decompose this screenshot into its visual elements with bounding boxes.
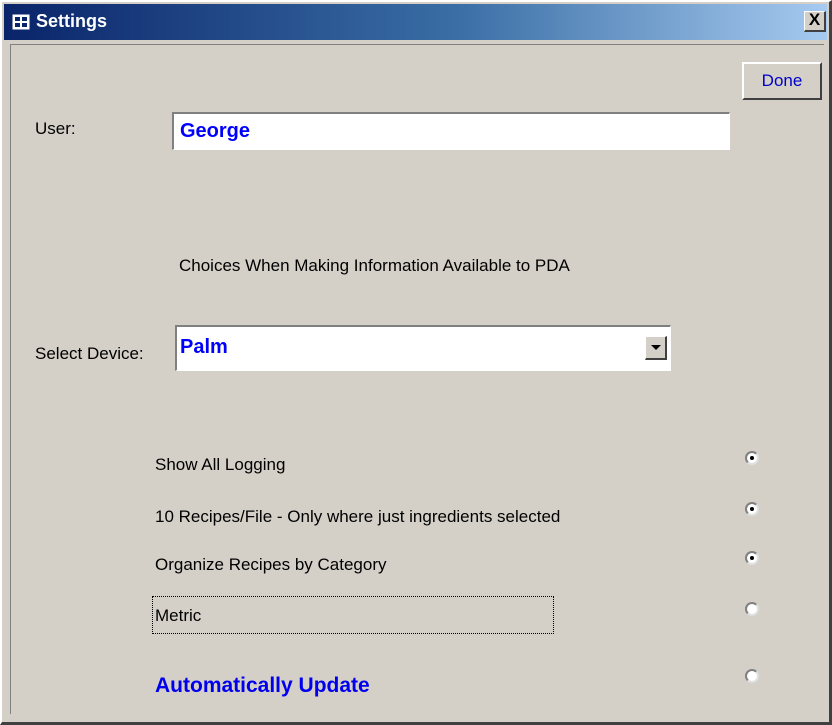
radio-dot — [750, 556, 754, 560]
window-title: Settings — [36, 11, 108, 31]
user-field[interactable]: George — [172, 112, 730, 150]
radio-dot — [750, 456, 754, 460]
option-label-show-all-logging: Show All Logging — [155, 455, 286, 474]
radio-automatically-update[interactable] — [745, 669, 759, 683]
settings-window: Settings X Done User: George Choices Whe… — [0, 0, 832, 725]
done-button[interactable]: Done — [742, 62, 822, 100]
dropdown-button[interactable] — [645, 336, 667, 360]
option-label-automatically-update: Automatically Update — [155, 674, 370, 697]
option-label-organize-by-category: Organize Recipes by Category — [155, 555, 387, 574]
focus-rectangle — [152, 596, 554, 634]
option-label-10-recipes: 10 Recipes/File - Only where just ingred… — [155, 507, 561, 526]
section-heading: Choices When Making Information Availabl… — [179, 256, 570, 275]
radio-10-recipes[interactable] — [745, 502, 759, 516]
option-label-metric: Metric — [155, 606, 202, 625]
title-bar[interactable]: Settings X — [4, 4, 827, 40]
device-value: Palm — [180, 336, 228, 358]
close-icon: X — [808, 10, 821, 29]
device-select[interactable]: Palm — [175, 325, 671, 371]
radio-metric[interactable] — [745, 602, 759, 616]
user-label: User: — [35, 119, 76, 138]
radio-show-all-logging[interactable] — [745, 451, 759, 465]
form-icon — [12, 14, 30, 30]
chevron-down-icon — [651, 345, 661, 350]
device-label: Select Device: — [35, 344, 144, 363]
close-button[interactable]: X — [804, 11, 826, 32]
radio-organize-by-category[interactable] — [745, 551, 759, 565]
radio-dot — [750, 507, 754, 511]
